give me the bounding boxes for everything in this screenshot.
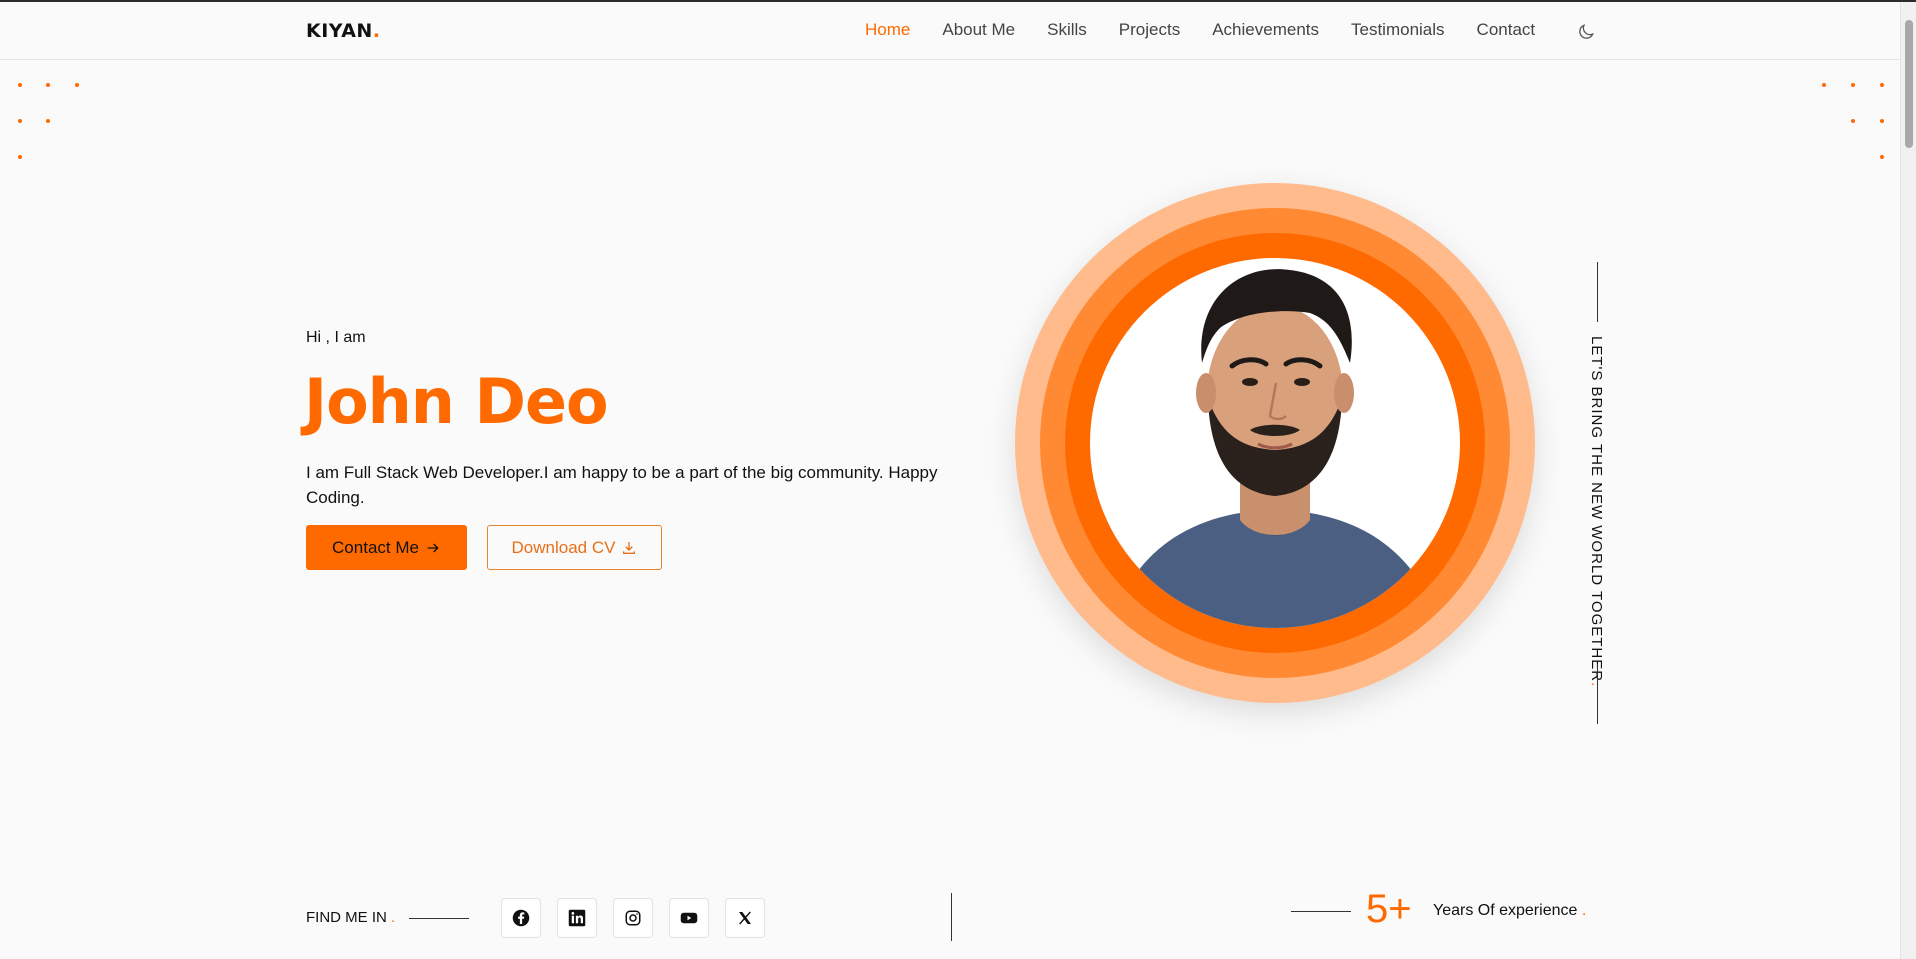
nav-link-projects[interactable]: Projects — [1119, 20, 1180, 40]
slogan-line-bottom — [1597, 664, 1598, 724]
years-experience-label: Years Of experience . — [1433, 902, 1587, 919]
hero-name: John Deo — [304, 365, 609, 438]
download-icon — [623, 541, 636, 554]
moon-icon[interactable] — [1576, 22, 1596, 42]
facebook-link[interactable] — [501, 898, 541, 938]
x-twitter-link[interactable] — [725, 898, 765, 938]
download-cv-button[interactable]: Download CV — [487, 525, 662, 570]
nav-link-achievements[interactable]: Achievements — [1212, 20, 1319, 40]
contact-me-label: Contact Me — [332, 537, 419, 557]
hero-greeting: Hi , I am — [306, 329, 366, 346]
youtube-link[interactable] — [669, 898, 709, 938]
nav-menu: Home About Me Skills Projects Achievemen… — [865, 20, 1567, 40]
facebook-icon — [512, 909, 530, 927]
linkedin-icon — [568, 909, 586, 927]
profile-photo — [1090, 258, 1460, 628]
nav-link-contact[interactable]: Contact — [1477, 20, 1536, 40]
slogan-text: LET'S BRING THE NEW WORLD TOGETHER. — [1588, 336, 1605, 687]
find-me-label: FIND ME IN . — [306, 909, 396, 926]
slogan-line-top — [1597, 262, 1598, 322]
years-experience-value: 5+ — [1366, 887, 1412, 931]
linkedin-link[interactable] — [557, 898, 597, 938]
instagram-icon — [625, 910, 641, 926]
nav-link-skills[interactable]: Skills — [1047, 20, 1087, 40]
experience-line — [1291, 911, 1351, 912]
nav-link-about[interactable]: About Me — [942, 20, 1015, 40]
scrollbar-thumb[interactable] — [1905, 20, 1913, 148]
nav-link-testimonials[interactable]: Testimonials — [1351, 20, 1445, 40]
find-me-line — [409, 918, 469, 919]
navbar: KIYAN. Home About Me Skills Projects Ach… — [0, 2, 1900, 60]
nav-link-home[interactable]: Home — [865, 20, 910, 40]
download-cv-label: Download CV — [511, 537, 616, 557]
footer-divider — [951, 893, 952, 941]
youtube-icon — [680, 912, 698, 924]
hero-description: I am Full Stack Web Developer.I am happy… — [306, 463, 938, 507]
x-icon — [739, 911, 751, 925]
instagram-link[interactable] — [613, 898, 653, 938]
contact-me-button[interactable]: Contact Me — [306, 525, 467, 570]
logo[interactable]: KIYAN. — [306, 20, 381, 42]
arrow-right-icon — [427, 543, 439, 552]
